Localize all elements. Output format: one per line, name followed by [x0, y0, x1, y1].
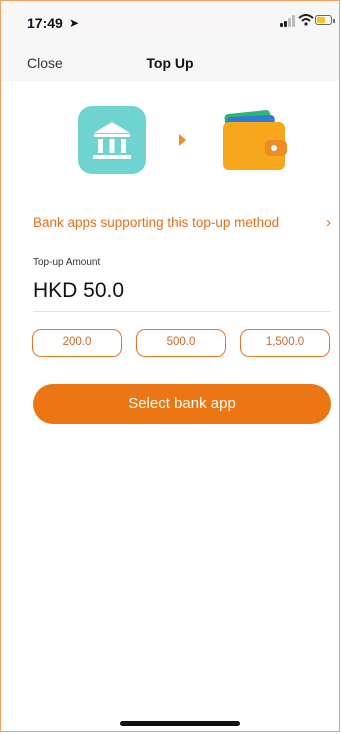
- wallet-icon: [219, 106, 287, 174]
- cellular-signal-icon: [280, 15, 296, 27]
- supported-banks-link[interactable]: Bank apps supporting this top-up method …: [33, 211, 333, 235]
- status-time: 17:49: [27, 15, 63, 31]
- nav-bar: Close Top Up: [1, 41, 339, 81]
- amount-divider: [33, 311, 331, 312]
- bank-icon: [78, 106, 146, 174]
- chevron-right-icon: ›: [326, 214, 331, 231]
- page-title: Top Up: [146, 55, 194, 71]
- supported-banks-label: Bank apps supporting this top-up method: [33, 215, 280, 230]
- wifi-icon: [298, 14, 314, 26]
- app-frame: 17:49 ➤ Close Top Up Bank apps supportin…: [0, 0, 340, 732]
- location-arrow-icon: ➤: [69, 16, 80, 30]
- amount-label: Top-up Amount: [33, 257, 101, 268]
- preset-amount-button[interactable]: 200.0: [32, 329, 122, 357]
- preset-amount-button[interactable]: 1,500.0: [240, 329, 330, 357]
- battery-icon: [315, 15, 335, 25]
- home-indicator[interactable]: [120, 721, 240, 726]
- play-arrow-icon: [179, 134, 186, 146]
- preset-amount-button[interactable]: 500.0: [136, 329, 226, 357]
- amount-input[interactable]: HKD 50.0: [33, 279, 124, 303]
- status-bar: 17:49 ➤: [1, 1, 339, 41]
- preset-amounts: 200.0 500.0 1,500.0: [32, 329, 332, 359]
- select-bank-app-button[interactable]: Select bank app: [33, 384, 331, 424]
